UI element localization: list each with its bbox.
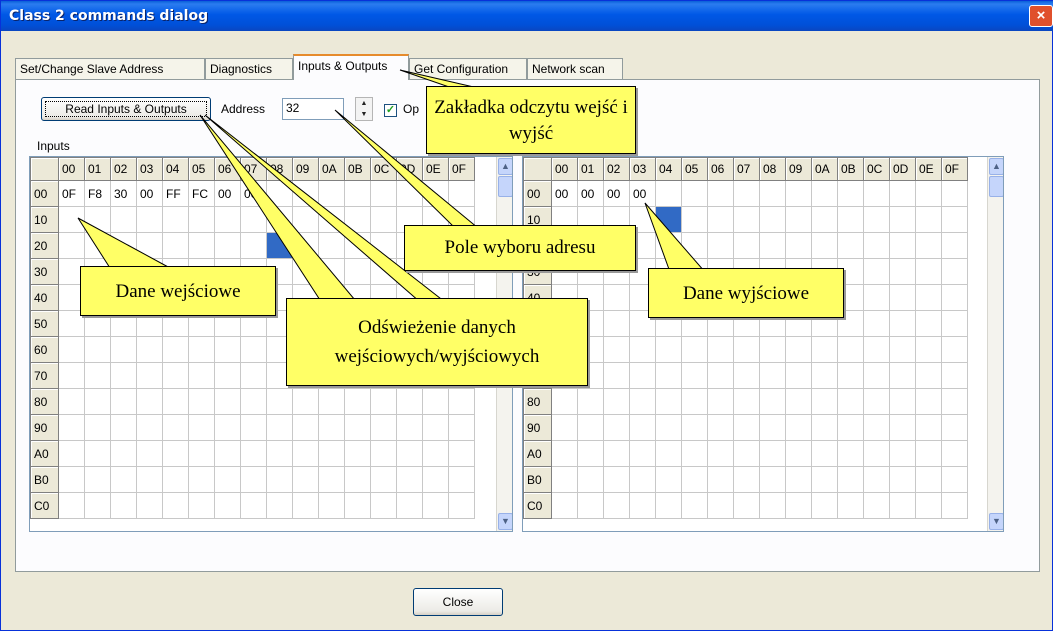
outputs-callout-pointer — [644, 202, 707, 273]
tab-callout: Zakładka odczytu wejść i wyjść — [426, 86, 636, 154]
inputs-callout: Dane wejściowe — [80, 266, 276, 316]
outputs-callout: Dane wyjściowe — [648, 268, 844, 318]
address-callout: Pole wyboru adresu — [404, 225, 636, 271]
refresh-callout: Odświeżenie danych wejściowych/wyjściowy… — [286, 298, 588, 386]
inputs-callout-pointer — [77, 217, 171, 269]
